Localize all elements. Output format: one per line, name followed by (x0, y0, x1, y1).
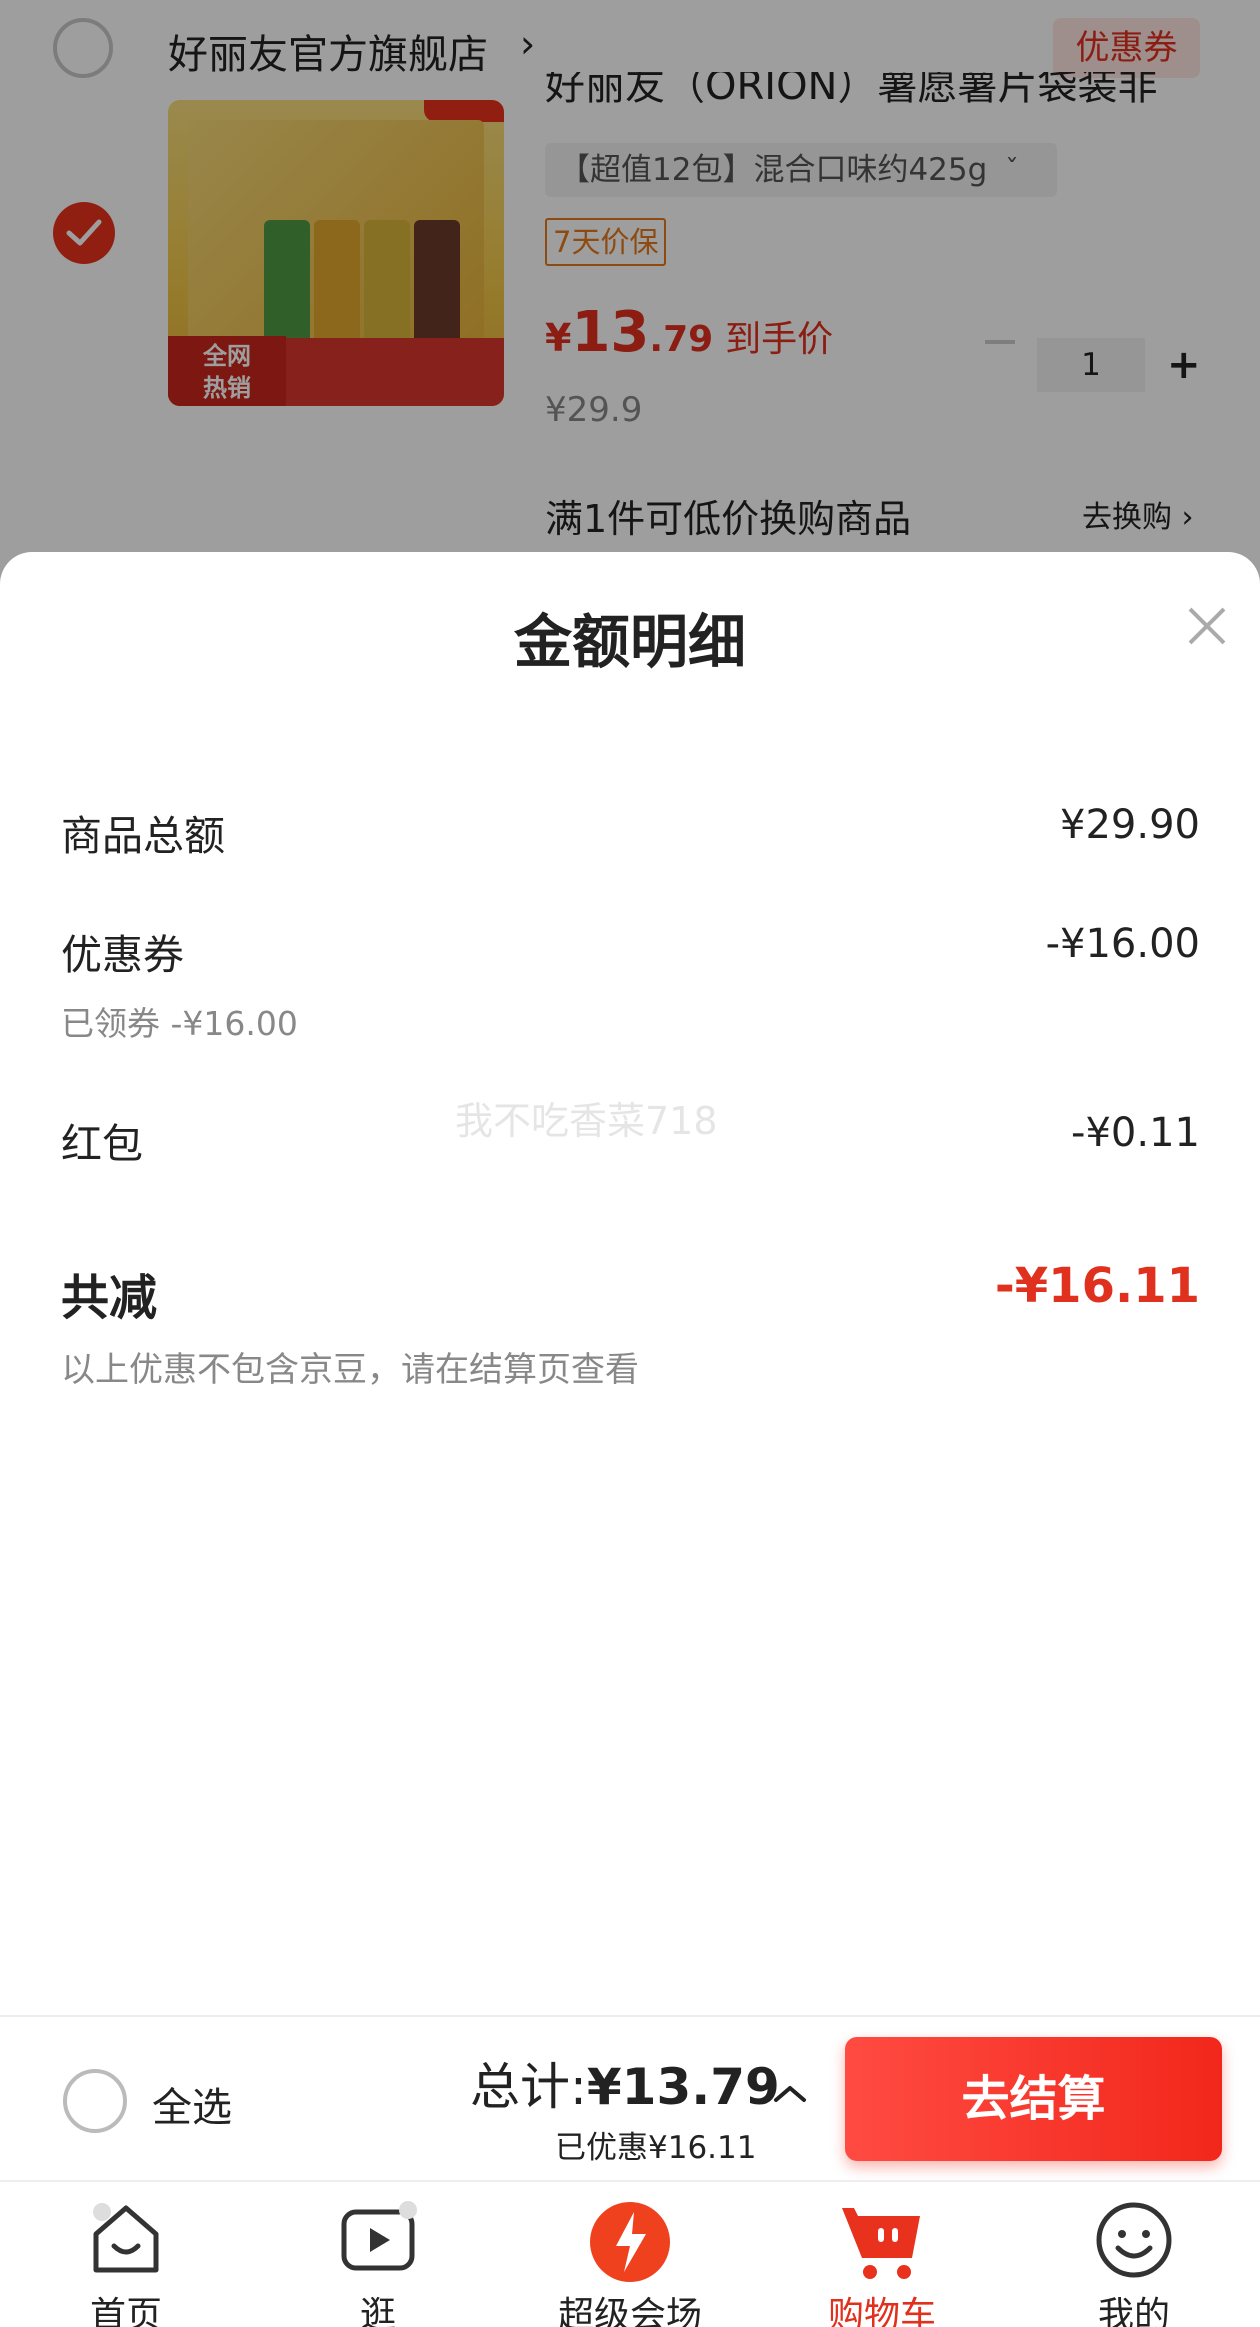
profile-icon (1096, 2202, 1172, 2278)
total-amount-value: ¥13.79 (586, 2058, 780, 2116)
coupon-value: -¥16.00 (1045, 921, 1200, 967)
play-icon (341, 2201, 417, 2271)
total-discount-label: 共减 (61, 1270, 158, 1326)
total-prefix: 总计: (470, 2058, 587, 2116)
total-amount: 总计:¥13.79 (470, 2047, 780, 2119)
tab-browse[interactable]: 逛 (252, 2182, 504, 2327)
subtotal-value: ¥29.90 (1060, 802, 1200, 848)
home-icon (93, 2203, 159, 2273)
close-icon[interactable] (1185, 604, 1229, 648)
sheet-title: 金额明细 (513, 608, 746, 676)
red-packet-value: -¥0.11 (1071, 1110, 1200, 1156)
checkout-button[interactable]: 去结算 (845, 2037, 1222, 2161)
cart-icon (842, 2208, 920, 2279)
watermark: 我不吃香菜718 (455, 1099, 718, 1143)
total-discount-note: 以上优惠不包含京豆，请在结算页查看 (61, 1350, 639, 1390)
tab-label: 购物车 (827, 2295, 936, 2327)
tab-profile[interactable]: 我的 (1008, 2182, 1260, 2327)
saved-amount: 已优惠¥16.11 (555, 2130, 757, 2166)
tab-label: 逛 (359, 2295, 396, 2327)
tab-home[interactable]: 首页 (0, 2182, 252, 2327)
super-venue-icon (590, 2202, 670, 2282)
select-all-label[interactable]: 全选 (152, 2075, 232, 2133)
select-all-checkbox[interactable] (63, 2069, 127, 2133)
coupon-label: 优惠券 (61, 931, 184, 979)
tab-label: 我的 (1097, 2295, 1170, 2327)
tab-cart[interactable]: 购物车 (756, 2182, 1008, 2327)
coupon-note: 已领券 -¥16.00 (61, 1004, 298, 1043)
tab-super-venue[interactable]: 超级会场 (504, 2182, 756, 2327)
subtotal-label: 商品总额 (61, 812, 225, 860)
chevron-up-icon[interactable] (773, 2067, 807, 2113)
checkout-bar: 全选 总计:¥13.79 已优惠¥16.11 去结算 (0, 2015, 1260, 2180)
red-packet-label: 红包 (61, 1120, 143, 1168)
total-discount-value: -¥16.11 (994, 1258, 1200, 1314)
bottom-tab-bar: 首页 逛 超级会场 购物车 我的 (0, 2180, 1260, 2327)
tab-label: 超级会场 (557, 2295, 702, 2327)
tab-label: 首页 (89, 2295, 162, 2327)
